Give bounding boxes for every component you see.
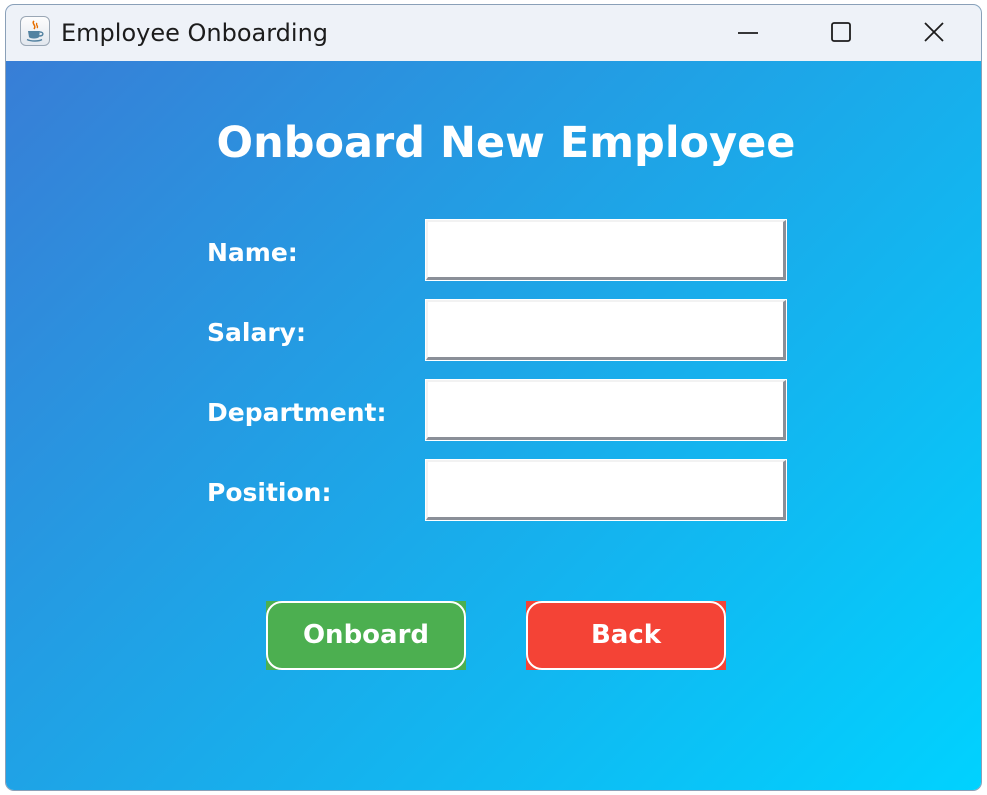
onboard-button-label: Onboard: [266, 601, 466, 670]
close-button[interactable]: [888, 5, 980, 61]
name-label: Name:: [207, 238, 298, 267]
minimize-icon: [738, 32, 758, 34]
back-button[interactable]: Back: [526, 601, 726, 670]
minimize-button[interactable]: [703, 5, 795, 61]
name-field[interactable]: [425, 219, 787, 281]
app-window: Employee Onboarding Onboard New Employee…: [6, 5, 981, 790]
onboard-button[interactable]: Onboard: [266, 601, 466, 670]
page-title: Onboard New Employee: [216, 118, 796, 168]
department-label: Department:: [207, 398, 387, 427]
position-field[interactable]: [425, 459, 787, 521]
salary-label: Salary:: [207, 318, 306, 347]
maximize-button[interactable]: [795, 5, 887, 61]
salary-field[interactable]: [425, 299, 787, 361]
close-icon: [924, 22, 944, 42]
window-title: Employee Onboarding: [61, 19, 329, 47]
java-cup-icon: [20, 16, 50, 46]
title-bar[interactable]: Employee Onboarding: [6, 5, 981, 61]
back-button-label: Back: [526, 601, 726, 670]
department-field[interactable]: [425, 379, 787, 441]
maximize-icon: [831, 22, 851, 42]
position-label: Position:: [207, 478, 332, 507]
